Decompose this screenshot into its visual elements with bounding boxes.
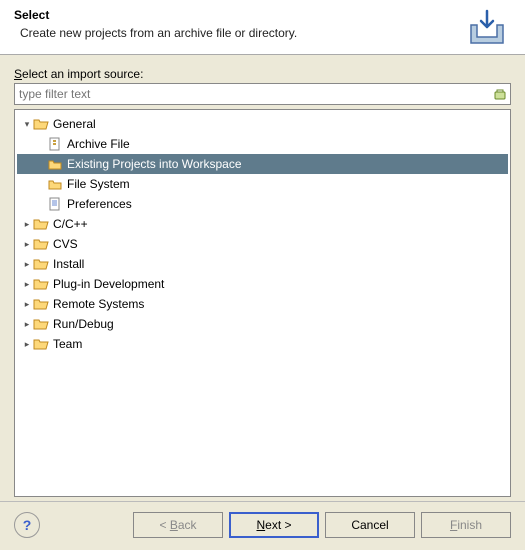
wizard-button-bar: ? < Back Next > Cancel Finish	[0, 501, 525, 550]
tree-folder-cvs[interactable]: ▸ CVS	[17, 234, 508, 254]
folder-icon	[33, 277, 49, 291]
folder-open-icon	[33, 117, 49, 131]
collapse-arrow-icon[interactable]: ▸	[21, 239, 33, 250]
folder-icon	[33, 237, 49, 251]
collapse-arrow-icon[interactable]: ▸	[21, 299, 33, 310]
folder-icon	[33, 217, 49, 231]
collapse-arrow-icon[interactable]: ▸	[21, 339, 33, 350]
tree-item-archive-file[interactable]: Archive File	[17, 134, 508, 154]
tree-item-file-system[interactable]: File System	[17, 174, 508, 194]
import-wizard-icon	[463, 8, 511, 48]
folder-icon	[33, 297, 49, 311]
folder-icon	[33, 257, 49, 271]
source-label: Select an import source:	[14, 67, 511, 81]
wizard-header: Select Create new projects from an archi…	[0, 0, 525, 55]
tree-folder-run-debug[interactable]: ▸ Run/Debug	[17, 314, 508, 334]
tree-folder-general[interactable]: ▾ General	[17, 114, 508, 134]
cancel-button[interactable]: Cancel	[325, 512, 415, 538]
filter-row	[14, 83, 511, 105]
expand-arrow-icon[interactable]: ▾	[21, 119, 33, 130]
tree-folder-cpp[interactable]: ▸ C/C++	[17, 214, 508, 234]
tree-item-existing-projects[interactable]: Existing Projects into Workspace	[17, 154, 508, 174]
filter-input[interactable]	[15, 85, 490, 103]
collapse-arrow-icon[interactable]: ▸	[21, 259, 33, 270]
next-button[interactable]: Next >	[229, 512, 319, 538]
preferences-file-icon	[47, 197, 63, 211]
collapse-arrow-icon[interactable]: ▸	[21, 279, 33, 290]
collapse-arrow-icon[interactable]: ▸	[21, 319, 33, 330]
import-source-tree[interactable]: ▾ General Archive File Existing Projects…	[14, 109, 511, 497]
project-folder-icon	[47, 157, 63, 171]
collapse-arrow-icon[interactable]: ▸	[21, 219, 33, 230]
tree-folder-remote-systems[interactable]: ▸ Remote Systems	[17, 294, 508, 314]
finish-button[interactable]: Finish	[421, 512, 511, 538]
help-button[interactable]: ?	[14, 512, 40, 538]
tree-folder-team[interactable]: ▸ Team	[17, 334, 508, 354]
wizard-title: Select	[14, 8, 463, 22]
wizard-description: Create new projects from an archive file…	[20, 26, 463, 40]
tree-folder-install[interactable]: ▸ Install	[17, 254, 508, 274]
tree-item-preferences[interactable]: Preferences	[17, 194, 508, 214]
clear-filter-icon[interactable]	[490, 84, 510, 104]
archive-file-icon	[47, 137, 63, 151]
folder-icon	[33, 317, 49, 331]
tree-folder-plugin-dev[interactable]: ▸ Plug-in Development	[17, 274, 508, 294]
back-button[interactable]: < Back	[133, 512, 223, 538]
folder-icon	[47, 177, 63, 191]
folder-icon	[33, 337, 49, 351]
